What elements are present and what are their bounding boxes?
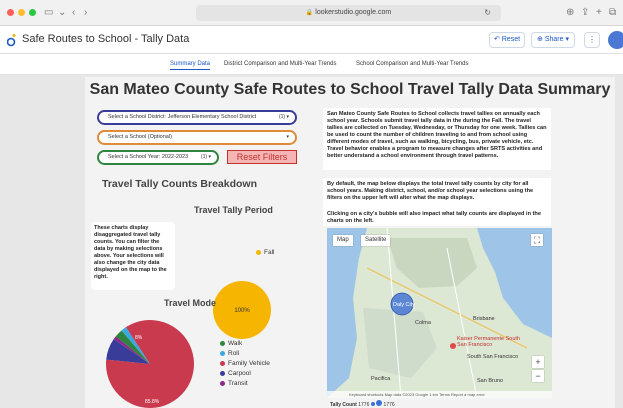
district-filter-count: (1)	[278, 114, 286, 120]
satellite-view-button[interactable]: Satellite	[361, 235, 391, 246]
chevron-down-icon[interactable]: ⌄	[58, 6, 66, 20]
legend-dot	[220, 380, 225, 386]
new-tab-icon[interactable]: +	[596, 6, 602, 20]
lock-icon: 🔒	[305, 10, 314, 16]
tab-overview-icon[interactable]: ⧉	[609, 6, 616, 20]
map-city-label: South San Francisco	[467, 354, 519, 360]
legend-dot	[220, 370, 225, 376]
legend-dot	[220, 350, 225, 356]
map-city-label: Pacifica	[371, 376, 391, 382]
legend-dot	[376, 400, 383, 406]
page-navigation: Summary Data District Comparison and Mul…	[0, 54, 623, 75]
back-icon[interactable]: ‹	[72, 6, 75, 20]
download-icon[interactable]: ⊕	[566, 6, 574, 20]
period-title: Travel Tally Period	[194, 205, 273, 215]
legend-item-transit[interactable]: Transit	[220, 380, 248, 387]
tab-district-comparison[interactable]: District Comparison and Multi-Year Trend…	[224, 61, 337, 67]
map-city-label: Daly City	[393, 302, 416, 308]
legend-label: Family Vehicle	[228, 360, 270, 367]
district-filter-label: Select a School District:	[108, 114, 167, 120]
page-title: San Mateo County Safe Routes to School T…	[89, 81, 611, 98]
chevron-down-icon: ▾	[286, 134, 289, 140]
mode-title: Travel Mode	[164, 298, 217, 308]
charts-note: These charts display disaggregated trave…	[91, 222, 175, 290]
pie-data-label: 85.8%	[145, 399, 160, 405]
legend-dot	[370, 402, 375, 406]
location-pin-icon	[450, 343, 456, 349]
fullscreen-icon[interactable]: ⛶	[531, 234, 543, 246]
map-city-label: Colma	[415, 320, 431, 326]
looker-studio-logo-icon	[7, 34, 16, 47]
period-pie-chart: 100%	[213, 281, 271, 339]
sidebar-icon[interactable]: ▭	[44, 6, 53, 20]
zoom-out-button[interactable]: −	[532, 370, 544, 382]
school-filter[interactable]: Select a School (Optional) ▾	[97, 130, 297, 145]
share-button[interactable]: ⊕ Share ▾	[531, 32, 575, 48]
school-year-filter-count: (1)	[200, 154, 208, 160]
map-city-label: Brisbane	[473, 316, 495, 322]
close-window-icon[interactable]	[7, 9, 14, 16]
school-filter-label: Select a School (Optional)	[108, 134, 172, 140]
tally-count-legend: Tally Count 1776 1776	[330, 400, 395, 408]
chevron-down-icon: (1) ▾	[200, 154, 211, 160]
chevron-down-icon: (1) ▾	[278, 114, 289, 120]
pie-data-label: 100%	[234, 308, 250, 314]
reset-filters-button[interactable]: Reset Filters	[227, 150, 297, 164]
map-base	[327, 228, 552, 398]
legend-label: Roll	[228, 350, 240, 357]
more-options-button[interactable]: ⋮	[584, 32, 600, 48]
avatar[interactable]	[608, 31, 623, 49]
minimize-window-icon[interactable]	[18, 9, 25, 16]
intro-text: San Mateo County Safe Routes to School c…	[323, 108, 551, 170]
reset-label: Reset	[501, 36, 521, 43]
legend-label: Transit	[228, 380, 248, 387]
url-text: lookerstudio.google.com	[315, 9, 392, 16]
forward-icon[interactable]: ›	[84, 6, 87, 20]
district-filter[interactable]: Select a School District: Jefferson Elem…	[97, 110, 297, 125]
school-year-filter[interactable]: Select a School Year: 2022-2023 (1) ▾	[97, 150, 219, 165]
share-label: Share	[544, 36, 564, 43]
share-icon[interactable]: ⇪	[581, 6, 589, 20]
map-click-text: Clicking on a city's bubble will also im…	[323, 208, 551, 226]
app-header: Safe Routes to School - Tally Data ↶ Res…	[0, 26, 623, 54]
map-instructions-text: By default, the map below displays the t…	[323, 178, 551, 208]
pie-data-label: 8%	[135, 335, 143, 341]
tab-school-comparison[interactable]: School Comparison and Multi-Year Trends	[356, 61, 469, 67]
legend-dot	[220, 360, 225, 366]
reset-button[interactable]: ↶ Reset	[489, 32, 525, 48]
map-attribution: Keyboard shortcuts Map data ©2023 Google…	[327, 391, 552, 398]
legend-item-family-vehicle[interactable]: Family Vehicle	[220, 360, 270, 367]
tally-legend-label: Tally Count	[330, 402, 357, 408]
map-city-label: San Bruno	[477, 378, 503, 384]
maximize-window-icon[interactable]	[29, 9, 36, 16]
zoom-in-button[interactable]: +	[532, 356, 544, 368]
legend-label: Walk	[228, 340, 243, 347]
city-map[interactable]: Map Satellite ⛶ Daly City Colma Brisbane…	[327, 228, 552, 398]
district-filter-value: Jefferson Elementary School District	[167, 114, 257, 120]
breakdown-title: Travel Tally Counts Breakdown	[102, 178, 258, 190]
legend-item-roll[interactable]: Roll	[220, 350, 239, 357]
browser-toolbar: ▭ ⌄ ‹ › 🔒 lookerstudio.google.com ↻ ⊕ ⇪ +…	[0, 0, 623, 26]
school-year-filter-label: Select a School Year:	[108, 154, 161, 160]
map-poi-label: Kaiser Permanente South San Francisco	[457, 336, 520, 348]
legend-dot	[220, 340, 225, 346]
legend-item-carpool[interactable]: Carpool	[220, 370, 251, 377]
tab-summary-data[interactable]: Summary Data	[170, 61, 211, 70]
school-year-filter-value: 2022-2023	[161, 154, 189, 160]
tally-legend-max: 1776	[383, 402, 395, 408]
legend-label: Fall	[264, 249, 275, 256]
report-name[interactable]: Safe Routes to School - Tally Data	[22, 33, 189, 45]
tally-legend-min: 1776	[358, 402, 370, 408]
legend-item-fall[interactable]: Fall	[256, 249, 274, 256]
legend-dot	[256, 249, 261, 255]
mode-pie-chart: 8% 85.8%	[106, 320, 194, 408]
legend-item-walk[interactable]: Walk	[220, 340, 242, 347]
report-canvas: San Mateo County Safe Routes to School T…	[85, 77, 615, 408]
legend-label: Carpool	[228, 370, 251, 377]
address-bar[interactable]: 🔒 lookerstudio.google.com ↻	[196, 5, 501, 21]
map-view-button[interactable]: Map	[333, 235, 353, 246]
reload-icon[interactable]: ↻	[484, 5, 491, 21]
